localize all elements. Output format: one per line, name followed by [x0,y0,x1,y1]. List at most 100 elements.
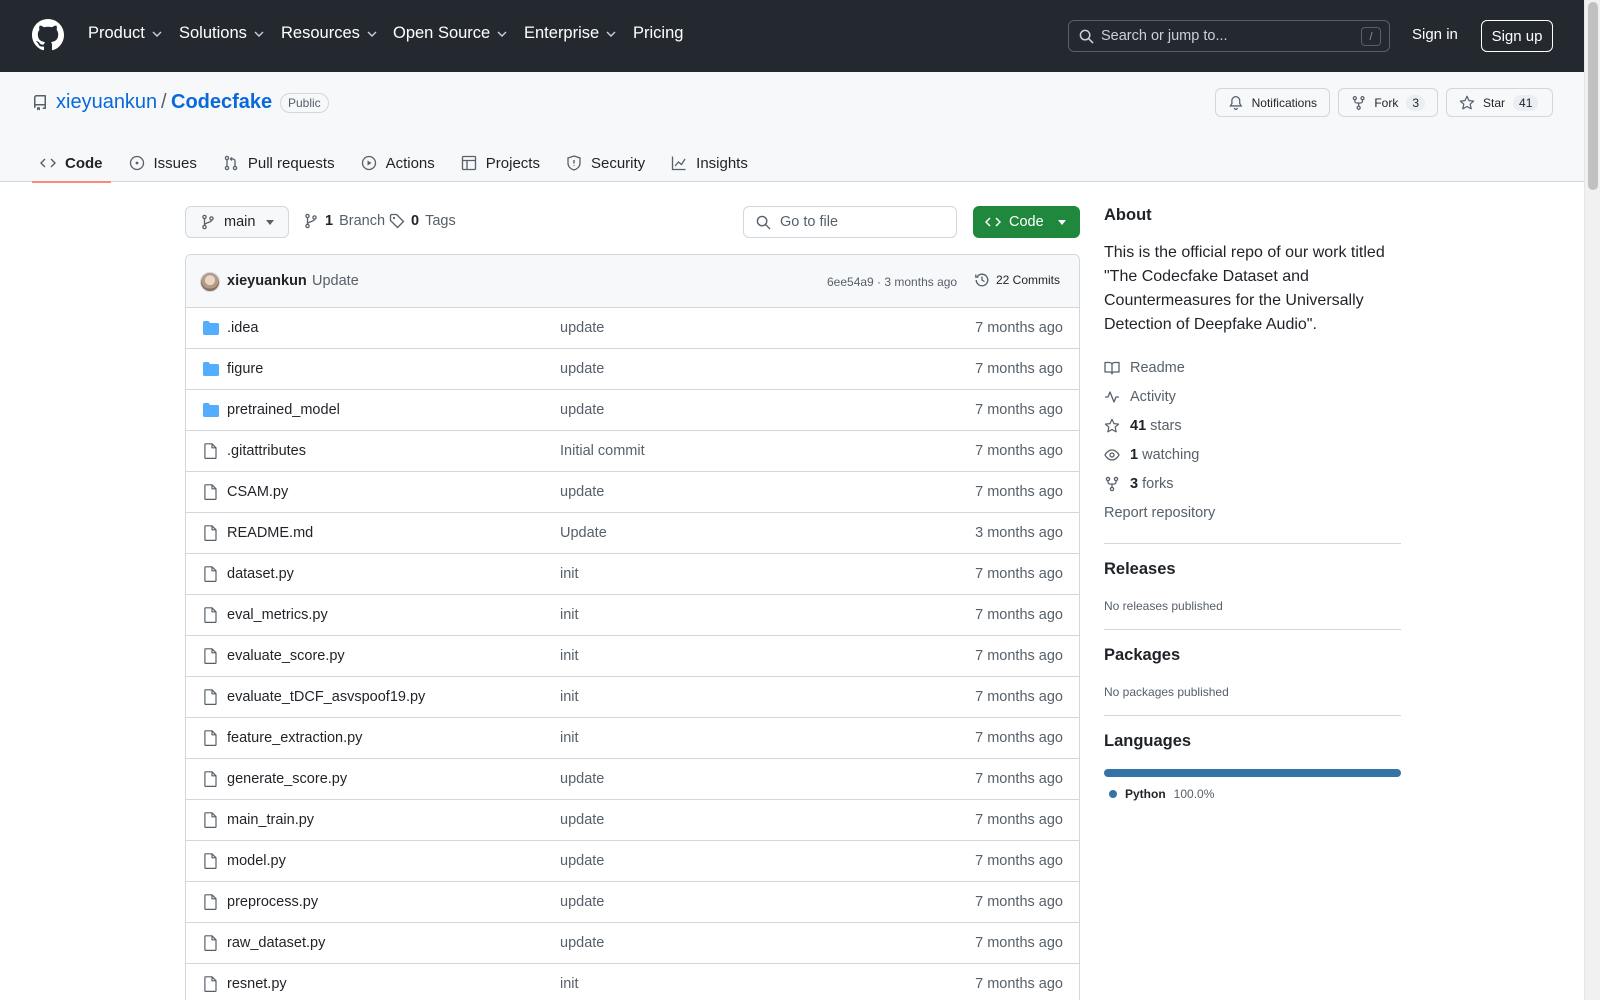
file-commit-message-link[interactable]: update [560,935,604,951]
file-commit-message-link[interactable]: update [560,484,604,500]
tab-projects[interactable]: Projects [453,144,548,182]
watchers-link[interactable]: 1 watching [1104,440,1401,469]
table-row[interactable]: main_train.py update 7 months ago [186,800,1079,841]
notifications-button[interactable]: Notifications [1215,88,1330,117]
table-row[interactable]: README.md Update 3 months ago [186,513,1079,554]
commit-hash-time[interactable]: 6ee54a9 · 3 months ago [827,275,957,289]
page-scrollbar[interactable] [1584,0,1600,1000]
table-row[interactable]: feature_extraction.py init 7 months ago [186,718,1079,759]
readme-link[interactable]: Readme [1104,353,1401,382]
nav-solutions[interactable]: Solutions [179,24,265,43]
file-name-link[interactable]: pretrained_model [227,402,340,418]
search-input[interactable]: Search or jump to... / [1068,20,1390,52]
tab-issues[interactable]: Issues [121,144,205,182]
file-name-link[interactable]: model.py [227,853,286,869]
file-name-link[interactable]: feature_extraction.py [227,730,362,746]
file-name-link[interactable]: generate_score.py [227,771,347,787]
table-row[interactable]: dataset.py init 7 months ago [186,554,1079,595]
forks-link[interactable]: 3 forks [1104,469,1401,498]
file-commit-message-link[interactable]: init [560,976,579,992]
file-name-link[interactable]: raw_dataset.py [227,935,325,951]
repo-owner-link[interactable]: xieyuankun [56,91,157,114]
language-bar [1104,769,1401,777]
file-commit-message-link[interactable]: init [560,689,579,705]
file-name-link[interactable]: .gitattributes [227,443,306,459]
table-row[interactable]: model.py update 7 months ago [186,841,1079,882]
file-name-link[interactable]: README.md [227,525,313,541]
table-row[interactable]: generate_score.py update 7 months ago [186,759,1079,800]
file-commit-message-link[interactable]: update [560,361,604,377]
table-row[interactable]: .gitattributes Initial commit 7 months ago [186,431,1079,472]
commit-message-link[interactable]: Update [312,273,359,289]
file-name-link[interactable]: preprocess.py [227,894,318,910]
nav-product[interactable]: Product [88,24,163,43]
file-commit-message-link[interactable]: update [560,812,604,828]
file-name-link[interactable]: CSAM.py [227,484,288,500]
releases-heading[interactable]: Releases [1104,560,1401,579]
star-button[interactable]: Star 41 [1446,88,1553,117]
table-row[interactable]: evaluate_score.py init 7 months ago [186,636,1079,677]
file-name-link[interactable]: eval_metrics.py [227,607,328,623]
report-repository-link[interactable]: Report repository [1104,498,1401,527]
file-commit-message-link[interactable]: Initial commit [560,443,645,459]
nav-open-source[interactable]: Open Source [393,24,508,43]
fork-button[interactable]: Fork 3 [1338,88,1438,117]
nav-enterprise[interactable]: Enterprise [524,24,617,43]
file-name-link[interactable]: resnet.py [227,976,287,992]
file-commit-message-link[interactable]: init [560,607,579,623]
file-name-link[interactable]: dataset.py [227,566,294,582]
repo-header: xieyuankun / Codecfake Public Notificati… [0,72,1584,183]
file-name-link[interactable]: evaluate_score.py [227,648,345,664]
sign-in-link[interactable]: Sign in [1412,26,1458,43]
file-name-link[interactable]: figure [227,361,263,377]
code-dropdown-button[interactable]: Code [973,206,1080,238]
table-row[interactable]: preprocess.py update 7 months ago [186,882,1079,923]
file-commit-message-link[interactable]: init [560,648,579,664]
file-commit-message-link[interactable]: update [560,894,604,910]
language-python[interactable]: Python 100.0% [1104,787,1401,801]
go-to-file-input[interactable]: Go to file [743,206,957,238]
file-name-link[interactable]: evaluate_tDCF_asvspoof19.py [227,689,425,705]
table-row[interactable]: .idea update 7 months ago [186,308,1079,349]
github-logo-icon[interactable] [32,19,64,51]
table-row[interactable]: resnet.py init 7 months ago [186,964,1079,1000]
tab-code[interactable]: Code [32,144,111,183]
caret-down-icon [1058,220,1066,225]
sign-up-button[interactable]: Sign up [1481,20,1553,52]
tab-pull-requests[interactable]: Pull requests [215,144,343,182]
file-commit-message-link[interactable]: update [560,853,604,869]
scrollbar-thumb[interactable] [1588,2,1598,190]
stars-link[interactable]: 41 stars [1104,411,1401,440]
table-row[interactable]: pretrained_model update 7 months ago [186,390,1079,431]
table-row[interactable]: evaluate_tDCF_asvspoof19.py init 7 months … [186,677,1079,718]
avatar[interactable] [200,272,220,292]
tab-security[interactable]: Security [558,144,653,182]
tab-actions[interactable]: Actions [353,144,443,182]
branches-link[interactable]: 1 Branch [303,213,385,229]
file-name-link[interactable]: main_train.py [227,812,314,828]
commit-author-link[interactable]: xieyuankun [227,273,307,289]
file-commit-message-link[interactable]: init [560,566,579,582]
packages-heading[interactable]: Packages [1104,646,1401,665]
commits-history-link[interactable]: 22 Commits [974,272,1060,288]
activity-link[interactable]: Activity [1104,382,1401,411]
table-row[interactable]: raw_dataset.py update 7 months ago [186,923,1079,964]
repo-name-link[interactable]: Codecfake [171,91,272,114]
table-row[interactable]: eval_metrics.py init 7 months ago [186,595,1079,636]
branch-selector[interactable]: main [185,206,289,238]
nav-resources[interactable]: Resources [281,24,378,43]
tab-insights[interactable]: Insights [663,144,756,182]
file-commit-message-link[interactable]: update [560,402,604,418]
nav-label: Open Source [393,24,491,42]
file-commit-message-link[interactable]: Update [560,525,607,541]
table-row[interactable]: figure update 7 months ago [186,349,1079,390]
file-commit-age: 7 months ago [975,730,1063,746]
file-commit-message-link[interactable]: update [560,771,604,787]
file-name-link[interactable]: .idea [227,320,258,336]
file-commit-message-link[interactable]: init [560,730,579,746]
folder-icon [203,362,219,376]
tags-link[interactable]: 0 Tags [389,213,456,229]
nav-pricing[interactable]: Pricing [633,24,683,43]
file-commit-message-link[interactable]: update [560,320,604,336]
table-row[interactable]: CSAM.py update 7 months ago [186,472,1079,513]
